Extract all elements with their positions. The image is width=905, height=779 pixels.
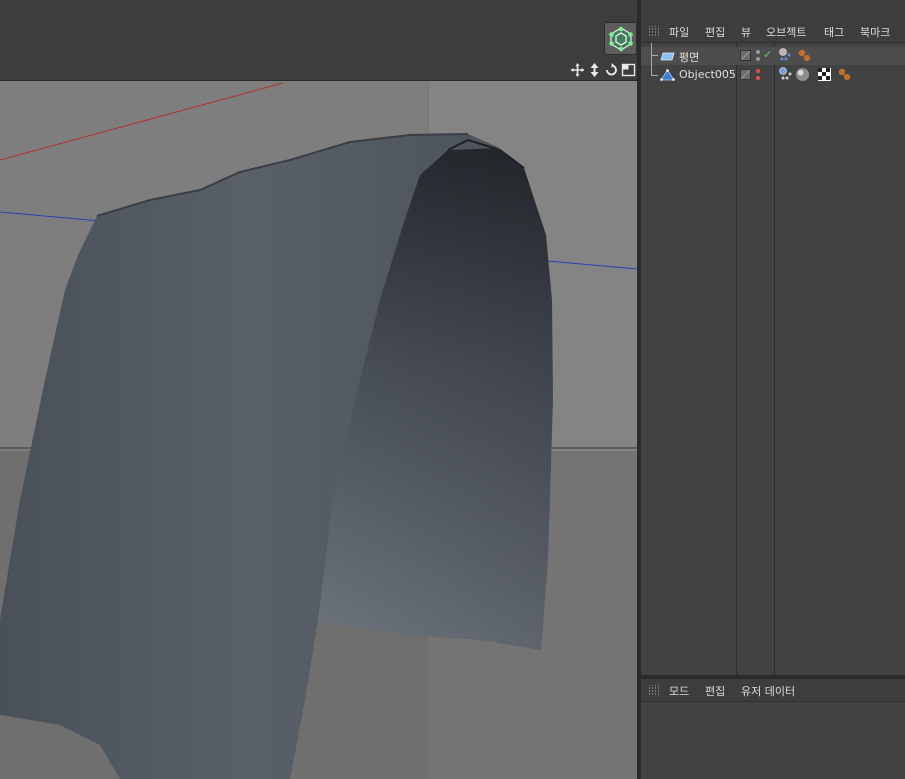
rotate-view-icon[interactable] <box>604 62 619 78</box>
object-name[interactable]: 평면 <box>679 49 699 65</box>
menu-file[interactable]: 파일 <box>669 24 689 40</box>
menu-edit[interactable]: 편집 <box>705 683 725 699</box>
render-visibility-dot[interactable] <box>756 57 760 61</box>
panel-grip-icon[interactable] <box>649 685 660 696</box>
editor-visibility-dot[interactable] <box>756 69 760 73</box>
render-visibility-dot[interactable] <box>756 76 760 80</box>
menu-objects[interactable]: 오브젝트 <box>766 24 806 40</box>
object-row-object005[interactable]: Object005 <box>641 56 905 84</box>
maximize-view-icon[interactable] <box>621 62 636 78</box>
cloth-tag-icon[interactable] <box>778 67 793 82</box>
3d-viewport[interactable] <box>0 81 637 779</box>
column-divider <box>736 43 737 675</box>
polygon-object-icon <box>660 69 675 81</box>
object-name[interactable]: Object005 <box>679 68 736 81</box>
object-row-plane[interactable]: 평면 ✓ <box>641 43 905 65</box>
move-view-icon[interactable] <box>570 62 585 78</box>
menu-tags[interactable]: 태그 <box>824 24 844 40</box>
menu-view[interactable]: 뷰 <box>741 24 751 40</box>
layout-icon <box>609 26 633 52</box>
tree-connector <box>651 56 658 76</box>
menu-user-data[interactable]: 유저 데이터 <box>741 683 795 699</box>
plane-icon <box>660 52 675 61</box>
column-divider <box>774 43 775 675</box>
main-toolbar <box>0 0 640 61</box>
menu-bookmarks[interactable]: 북마크 <box>860 24 890 40</box>
texture-tag-icon[interactable] <box>817 67 832 82</box>
layout-switch-button[interactable] <box>604 22 637 55</box>
object-manager: 파일 편집 뷰 오브젝트 태그 북마크 평면 ✓ Object005 <box>641 20 905 675</box>
menu-mode[interactable]: 모드 <box>669 683 689 699</box>
viewport-header <box>0 60 640 81</box>
panel-grip-icon[interactable] <box>649 26 660 37</box>
object-manager-menu: 파일 편집 뷰 오브젝트 태그 북마크 <box>641 20 905 43</box>
tree-connector <box>651 43 658 56</box>
attribute-manager-menu: 모드 편집 유저 데이터 <box>641 679 905 702</box>
right-top-strip <box>641 0 905 20</box>
cloth-tag-icon[interactable] <box>778 48 793 63</box>
menu-edit[interactable]: 편집 <box>705 24 725 40</box>
collider-tag-icon[interactable] <box>837 67 852 82</box>
collider-tag-icon[interactable] <box>797 48 812 63</box>
viewport-scene <box>0 81 637 779</box>
enabled-check-icon[interactable]: ✓ <box>763 48 772 61</box>
editor-visibility-dot[interactable] <box>756 50 760 54</box>
attribute-manager: 모드 편집 유저 데이터 <box>641 679 905 779</box>
layer-icon[interactable] <box>740 69 751 80</box>
layer-icon[interactable] <box>740 50 751 61</box>
material-tag-icon[interactable] <box>795 67 810 82</box>
dolly-view-icon[interactable] <box>587 62 602 78</box>
viewport-nav-icons <box>570 62 636 78</box>
